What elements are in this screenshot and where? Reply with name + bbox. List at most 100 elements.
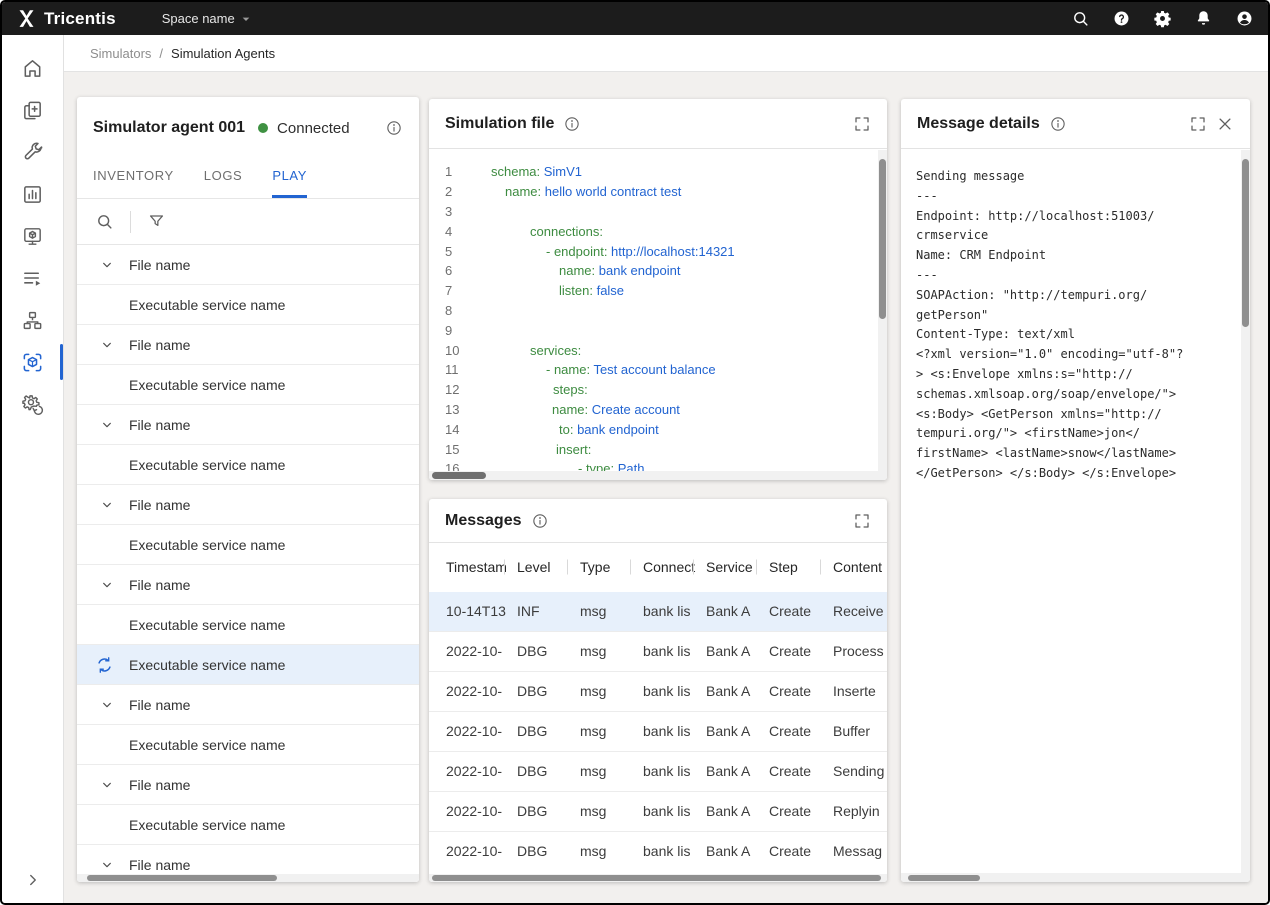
sidebar-item-home[interactable] — [2, 47, 63, 89]
breadcrumb-link-simulators[interactable]: Simulators — [90, 46, 151, 61]
simulation-file-info-icon[interactable] — [563, 115, 581, 133]
file-row[interactable]: File name — [77, 485, 419, 525]
chevron-down-icon[interactable] — [99, 497, 115, 513]
brand-name: Tricentis — [44, 9, 116, 29]
search-icon[interactable] — [95, 212, 114, 231]
search-icon[interactable] — [1071, 9, 1090, 28]
tab-logs[interactable]: LOGS — [204, 153, 243, 198]
sidebar-item-package-monitor[interactable] — [2, 215, 63, 257]
line-number: 3 — [429, 204, 463, 219]
column-header-type[interactable]: Type — [570, 543, 633, 591]
help-icon[interactable] — [1112, 9, 1131, 28]
message-cell: Create — [759, 631, 823, 671]
code-text: insert: — [463, 442, 591, 457]
notifications-icon[interactable] — [1194, 9, 1213, 28]
chevron-down-icon[interactable] — [99, 857, 115, 873]
file-list: File nameExecutable service nameFile nam… — [77, 245, 419, 882]
message-row[interactable]: 2022-10-DBGmsgbank lisBank ACreateProces… — [429, 631, 887, 671]
message-cell: msg — [570, 831, 633, 871]
code-line: 5- endpoint: http://localhost:14321 — [429, 241, 887, 261]
file-row[interactable]: File name — [77, 405, 419, 445]
settings-icon[interactable] — [1153, 9, 1172, 28]
message-row[interactable]: 2022-10-DBGmsgbank lisBank ACreateReplyi… — [429, 791, 887, 831]
sidebar-item-task-list[interactable] — [2, 257, 63, 299]
agent-info-icon[interactable] — [385, 119, 403, 137]
executable-service-row[interactable]: Executable service name — [77, 725, 419, 765]
line-number: 4 — [429, 224, 463, 239]
sidebar-expand-button[interactable] — [2, 871, 63, 889]
account-icon[interactable] — [1235, 9, 1254, 28]
code-line: 14to: bank endpoint — [429, 419, 887, 439]
file-row[interactable]: File name — [77, 685, 419, 725]
messages-info-icon[interactable] — [531, 512, 549, 530]
sidebar-item-gears[interactable] — [2, 383, 63, 425]
sidebar-item-files-add[interactable] — [2, 89, 63, 131]
executable-service-row[interactable]: Executable service name — [77, 365, 419, 405]
executable-service-row[interactable]: Executable service name — [77, 525, 419, 565]
message-row[interactable]: 2022-10-DBGmsgbank lisBank ACreateSendin… — [429, 751, 887, 791]
column-header-step[interactable]: Step — [759, 543, 823, 591]
message-row[interactable]: 2022-10-DBGmsgbank lisBank ACreateMessag — [429, 831, 887, 871]
file-row[interactable]: File name — [77, 325, 419, 365]
details-vscrollbar-track — [1241, 150, 1250, 882]
message-details-close-icon[interactable] — [1216, 115, 1234, 133]
sidebar-item-hierarchy[interactable] — [2, 299, 63, 341]
message-details-expand-icon[interactable] — [1189, 115, 1207, 133]
messages-table: TimestampLevelTypeConnectionServiceStepC… — [429, 543, 887, 871]
executable-service-row[interactable]: Executable service name — [77, 605, 419, 645]
code-hscrollbar-thumb[interactable] — [432, 472, 486, 479]
agent-tabs: INVENTORY LOGS PLAY — [77, 153, 419, 199]
sidebar-item-wrench[interactable] — [2, 131, 63, 173]
tab-play[interactable]: PLAY — [272, 153, 307, 198]
message-cell: 2022-10- — [429, 751, 507, 791]
executable-service-row[interactable]: Executable service name — [77, 285, 419, 325]
column-header-content[interactable]: Content — [823, 543, 887, 591]
column-header-connection[interactable]: Connection — [633, 543, 696, 591]
details-vscrollbar-thumb[interactable] — [1242, 159, 1249, 327]
file-row[interactable]: File name — [77, 245, 419, 285]
space-selector[interactable]: Space name — [162, 11, 254, 27]
sidebar-item-cube-scan-active[interactable] — [2, 341, 63, 383]
chevron-down-icon[interactable] — [99, 257, 115, 273]
chevron-down-icon[interactable] — [99, 577, 115, 593]
message-cell: 10-14T13 — [429, 591, 507, 631]
connected-status-dot — [258, 123, 268, 133]
executable-service-row[interactable]: Executable service name — [77, 805, 419, 845]
line-number: 5 — [429, 244, 463, 259]
column-header-timestamp[interactable]: Timestamp — [429, 543, 507, 591]
code-line: 12steps: — [429, 380, 887, 400]
chevron-down-icon[interactable] — [99, 777, 115, 793]
message-cell: bank lis — [633, 591, 696, 631]
chevron-down-icon[interactable] — [99, 697, 115, 713]
message-row-selected[interactable]: 10-14T13INFmsgbank lisBank ACreateReceiv… — [429, 591, 887, 631]
message-cell: Create — [759, 831, 823, 871]
message-row[interactable]: 2022-10-DBGmsgbank lisBank ACreateInsert… — [429, 671, 887, 711]
column-header-service[interactable]: Service — [696, 543, 759, 591]
message-row[interactable]: 2022-10-DBGmsgbank lisBank ACreateBuffer — [429, 711, 887, 751]
file-row[interactable]: File name — [77, 765, 419, 805]
tab-inventory[interactable]: INVENTORY — [93, 153, 174, 198]
details-hscrollbar-track — [901, 873, 1241, 882]
code-vscrollbar-thumb[interactable] — [879, 159, 886, 319]
column-header-level[interactable]: Level — [507, 543, 570, 591]
executable-service-row[interactable]: Executable service name — [77, 645, 419, 685]
messages-hscrollbar-thumb[interactable] — [432, 875, 881, 881]
code-line: 11- name: Test account balance — [429, 360, 887, 380]
file-row[interactable]: File name — [77, 565, 419, 605]
message-details-info-icon[interactable] — [1049, 115, 1067, 133]
simulation-file-expand-icon[interactable] — [853, 115, 871, 133]
side-navigation — [2, 35, 64, 903]
filter-icon[interactable] — [147, 212, 166, 231]
message-cell: Bank A — [696, 671, 759, 711]
executable-service-row[interactable]: Executable service name — [77, 445, 419, 485]
agent-list-hscrollbar-thumb[interactable] — [87, 875, 277, 881]
messages-expand-icon[interactable] — [853, 512, 871, 530]
details-hscrollbar-thumb[interactable] — [908, 875, 980, 881]
message-cell: 2022-10- — [429, 791, 507, 831]
code-line: 9 — [429, 320, 887, 340]
message-cell: Bank A — [696, 831, 759, 871]
chevron-down-icon[interactable] — [99, 337, 115, 353]
sidebar-item-bar-chart[interactable] — [2, 173, 63, 215]
chevron-down-icon[interactable] — [99, 417, 115, 433]
line-number: 11 — [429, 362, 463, 377]
